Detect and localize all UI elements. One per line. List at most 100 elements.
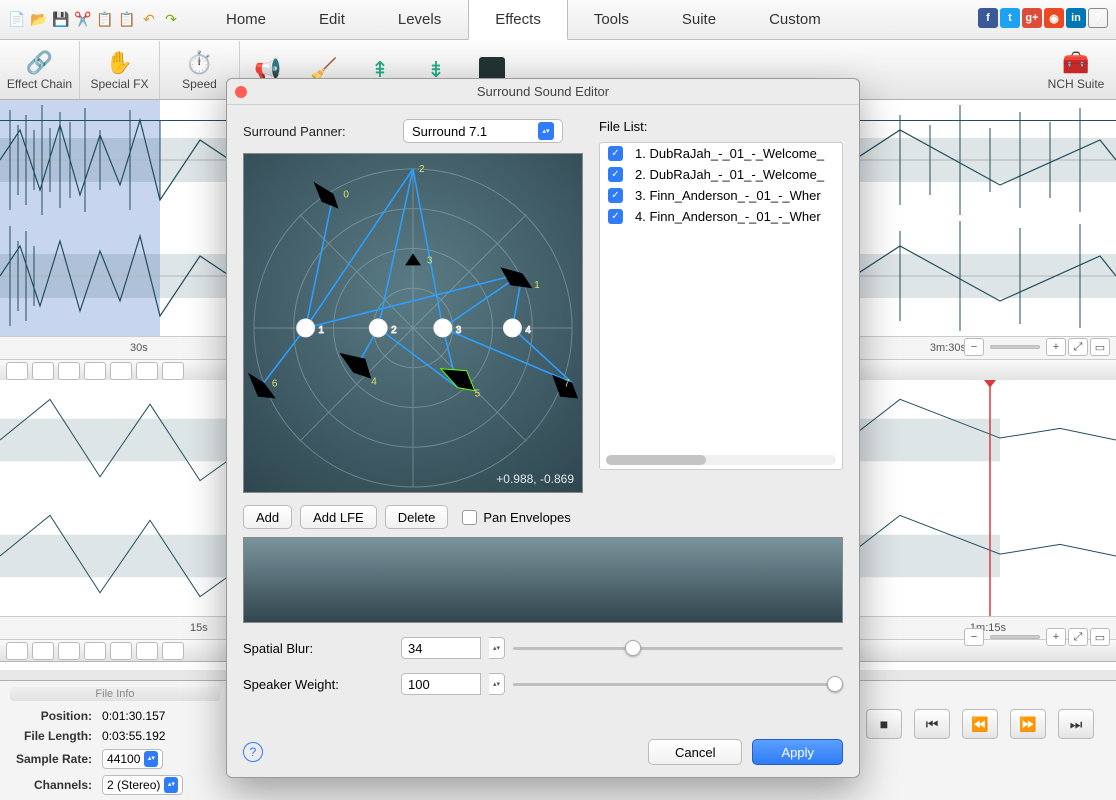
file-row[interactable]: ✓ 4. Finn_Anderson_-_01_-_Wher [600, 206, 842, 227]
file-info-title: File Info [10, 687, 220, 701]
add-lfe-button[interactable]: Add LFE [300, 505, 377, 529]
surround-panner-select[interactable]: Surround 7.1 ▴▾ [403, 119, 563, 143]
checkbox-checked-icon[interactable]: ✓ [608, 146, 623, 161]
pan-envelopes-checkbox[interactable]: Pan Envelopes [462, 510, 570, 525]
speaker-weight-slider[interactable] [513, 674, 843, 694]
select-arrows-icon: ▴▾ [538, 122, 554, 140]
tool2-env1[interactable] [136, 642, 158, 660]
linkedin-icon[interactable]: in [1066, 8, 1086, 28]
tab-home[interactable]: Home [200, 0, 293, 40]
zoom-out-icon[interactable]: − [964, 338, 984, 356]
spatial-blur-slider[interactable] [513, 638, 843, 658]
samplerate-select[interactable]: 44100 ▴▾ [102, 749, 163, 769]
time-label-1a: 30s [130, 342, 148, 354]
zoom2-slider[interactable] [990, 635, 1040, 639]
close-window-button[interactable] [235, 86, 247, 98]
facebook-icon[interactable]: f [978, 8, 998, 28]
speed-label: Speed [182, 77, 217, 91]
special-fx-button[interactable]: ✋ Special FX [80, 41, 160, 99]
checkbox-checked-icon[interactable]: ✓ [608, 188, 623, 203]
spatial-blur-field[interactable]: 34 [401, 637, 481, 659]
stop-button[interactable]: ■ [866, 709, 902, 739]
spatial-blur-stepper[interactable]: ▴▾ [489, 637, 505, 659]
rewind-button[interactable]: ⏪ [962, 709, 998, 739]
checkbox-checked-icon[interactable]: ✓ [608, 167, 623, 182]
zoom2-sel-icon[interactable]: ▭ [1090, 628, 1110, 646]
tool2-wave3[interactable] [110, 642, 132, 660]
cancel-button[interactable]: Cancel [648, 739, 742, 765]
pan-envelopes-label: Pan Envelopes [483, 510, 570, 525]
effect-chain-label: Effect Chain [7, 77, 72, 91]
new-file-icon[interactable]: 📄 [8, 10, 26, 30]
surround-panner-canvas[interactable]: 1 2 3 4 0 1 3 4 5 6 7 [243, 153, 583, 493]
cut-icon[interactable]: ✂️ [74, 10, 92, 30]
zoom-in-icon[interactable]: + [1046, 338, 1066, 356]
google-plus-icon[interactable]: g+ [1022, 8, 1042, 28]
tab-tools[interactable]: Tools [568, 0, 656, 40]
paste-icon[interactable]: 📋 [118, 10, 136, 30]
file-name: 3. Finn_Anderson_-_01_-_Wher [635, 188, 821, 203]
horizontal-scrollbar[interactable] [606, 455, 836, 465]
svg-text:0: 0 [343, 190, 349, 201]
tool2-scrub[interactable] [32, 642, 54, 660]
channels-value: 2 (Stereo) [107, 778, 160, 792]
tool-cursor[interactable] [6, 362, 28, 380]
undo-icon[interactable]: ↶ [140, 10, 158, 30]
help-button[interactable]: ? [243, 742, 263, 762]
tool-env2[interactable] [162, 362, 184, 380]
tab-edit[interactable]: Edit [293, 0, 372, 40]
svg-text:5: 5 [475, 389, 481, 400]
pan-envelope-area[interactable] [243, 537, 843, 623]
effect-chain-button[interactable]: 🔗 Effect Chain [0, 41, 80, 99]
fast-forward-button[interactable]: ⏩ [1010, 709, 1046, 739]
zoom2-fit-icon[interactable]: ⤢ [1068, 628, 1088, 646]
help-icon[interactable]: ? [1088, 8, 1108, 28]
file-list[interactable]: ✓ 1. DubRaJah_-_01_-_Welcome_ ✓ 2. DubRa… [599, 142, 843, 470]
redo-icon[interactable]: ↷ [162, 10, 180, 30]
skip-back-button[interactable]: ⏮ [914, 709, 950, 739]
zoom2-in-icon[interactable]: + [1046, 628, 1066, 646]
save-file-icon[interactable]: 💾 [52, 10, 70, 30]
tab-suite[interactable]: Suite [656, 0, 743, 40]
delete-button[interactable]: Delete [385, 505, 449, 529]
speaker-weight-field[interactable]: 100 [401, 673, 481, 695]
open-file-icon[interactable]: 📂 [30, 10, 48, 30]
tab-levels[interactable]: Levels [372, 0, 468, 40]
tab-custom[interactable]: Custom [743, 0, 848, 40]
add-button[interactable]: Add [243, 505, 292, 529]
apply-button[interactable]: Apply [752, 739, 843, 765]
nch-suite-button[interactable]: 🧰 NCH Suite [1036, 41, 1116, 99]
svg-text:6: 6 [272, 379, 278, 390]
tool2-cursor[interactable] [6, 642, 28, 660]
tool2-env2[interactable] [162, 642, 184, 660]
tool-scrub[interactable] [32, 362, 54, 380]
tool-wave1[interactable] [58, 362, 80, 380]
stumble-icon[interactable]: ◉ [1044, 8, 1064, 28]
modal-title: Surround Sound Editor [477, 84, 609, 99]
zoom2-out-icon[interactable]: − [964, 628, 984, 646]
zoom-controls-1: − + ⤢ ▭ [964, 338, 1110, 356]
file-row[interactable]: ✓ 2. DubRaJah_-_01_-_Welcome_ [600, 164, 842, 185]
tab-effects[interactable]: Effects [468, 0, 568, 40]
speaker-weight-stepper[interactable]: ▴▾ [489, 673, 505, 695]
toolbox-icon: 🧰 [1062, 49, 1089, 77]
file-row[interactable]: ✓ 1. DubRaJah_-_01_-_Welcome_ [600, 143, 842, 164]
modal-titlebar[interactable]: Surround Sound Editor [227, 79, 859, 105]
channels-select[interactable]: 2 (Stereo) ▴▾ [102, 775, 183, 795]
zoom-slider[interactable] [990, 345, 1040, 349]
copy-icon[interactable]: 📋 [96, 10, 114, 30]
select-arrows-icon: ▴▾ [144, 751, 158, 767]
zoom-fit-icon[interactable]: ⤢ [1068, 338, 1088, 356]
twitter-icon[interactable]: t [1000, 8, 1020, 28]
tool-wave3[interactable] [110, 362, 132, 380]
skip-forward-button[interactable]: ⏭ [1058, 709, 1094, 739]
file-row[interactable]: ✓ 3. Finn_Anderson_-_01_-_Wher [600, 185, 842, 206]
tool2-wave2[interactable] [84, 642, 106, 660]
zoom-sel-icon[interactable]: ▭ [1090, 338, 1110, 356]
tool2-wave1[interactable] [58, 642, 80, 660]
svg-text:3: 3 [456, 325, 462, 336]
tool-env1[interactable] [136, 362, 158, 380]
tool-wave2[interactable] [84, 362, 106, 380]
length-value: 0:03:55.192 [98, 727, 187, 745]
checkbox-checked-icon[interactable]: ✓ [608, 209, 623, 224]
